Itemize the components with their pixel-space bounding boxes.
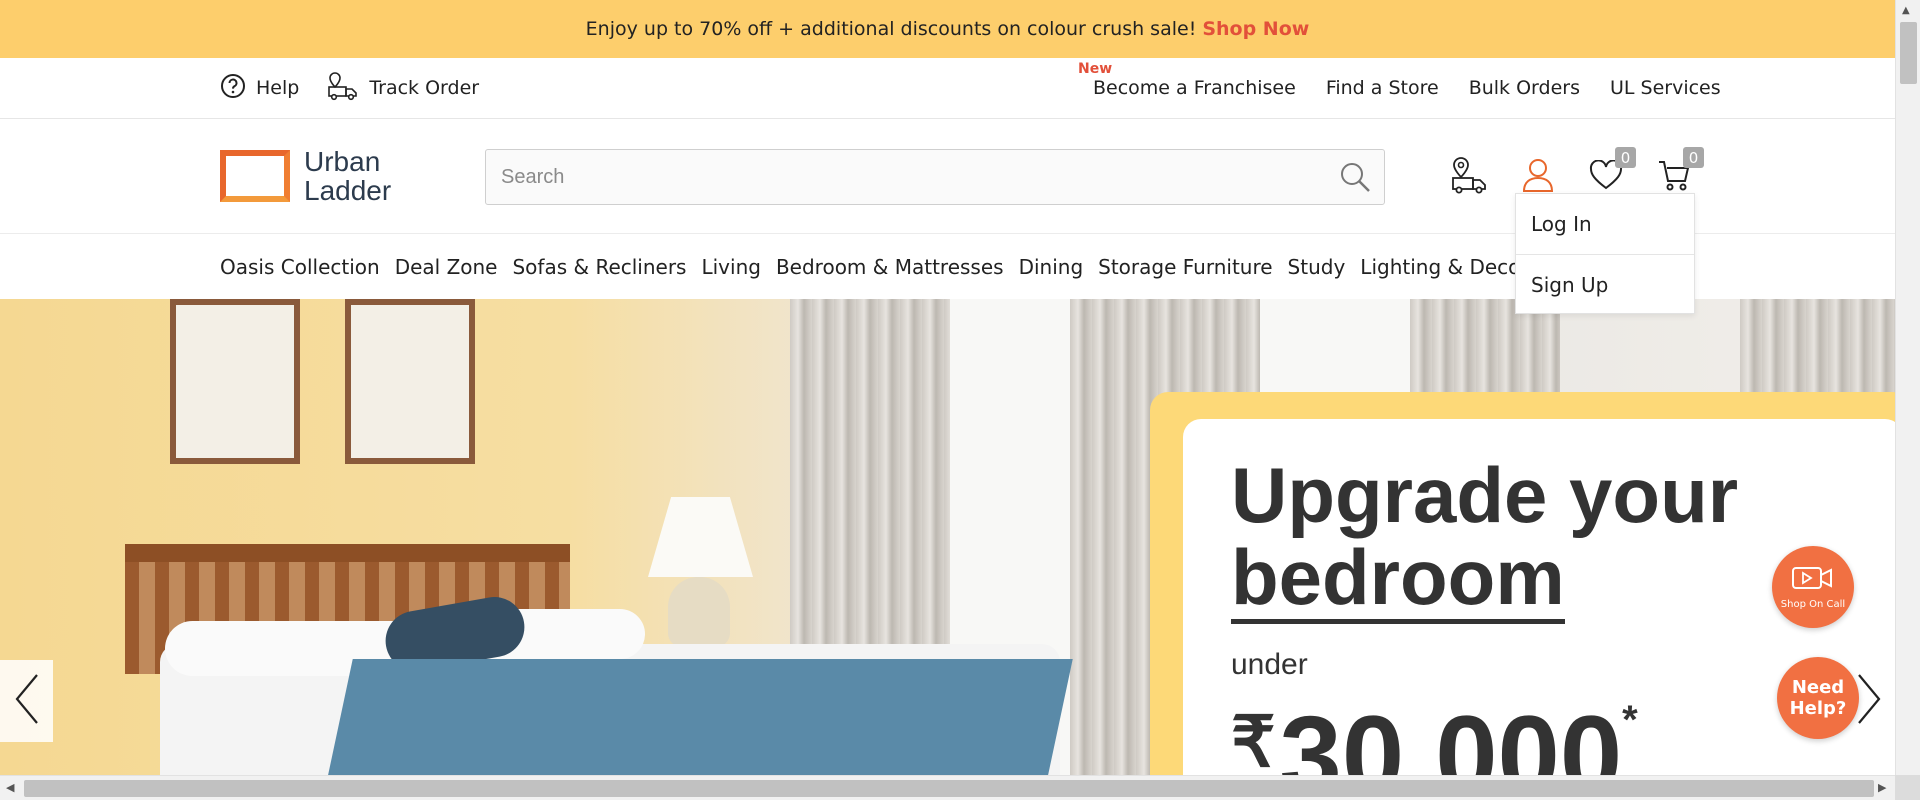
offer-headline-line1: Upgrade your bbox=[1231, 451, 1739, 539]
nav-item-bedroom-mattresses[interactable]: Bedroom & Mattresses bbox=[776, 255, 1004, 279]
search-icon[interactable] bbox=[1338, 160, 1372, 198]
cart-count-badge: 0 bbox=[1683, 147, 1704, 168]
promo-text: Enjoy up to 70% off + additional discoun… bbox=[585, 18, 1197, 40]
cart-button[interactable]: 0 bbox=[1654, 147, 1704, 197]
nav-item-dining[interactable]: Dining bbox=[1019, 255, 1084, 279]
vertical-scroll-thumb[interactable] bbox=[1900, 22, 1917, 84]
wishlist-count-badge: 0 bbox=[1615, 147, 1636, 168]
wall-art-frame bbox=[345, 299, 475, 464]
new-badge: New bbox=[1078, 61, 1113, 77]
delivery-truck-icon bbox=[327, 71, 359, 106]
logo-text: Urban Ladder bbox=[304, 147, 391, 205]
wishlist-button[interactable]: 0 bbox=[1586, 147, 1636, 197]
price-value: 30,000 bbox=[1279, 693, 1623, 776]
wall-art-frame bbox=[170, 299, 300, 464]
lamp-base bbox=[668, 577, 730, 647]
chevron-left-icon bbox=[14, 673, 40, 729]
nav-item-lighting-decor[interactable]: Lighting & Decor bbox=[1360, 255, 1528, 279]
scroll-left-arrow-icon[interactable]: ◀ bbox=[6, 781, 14, 794]
utility-bar: Help Track Order New Become a Franchisee… bbox=[0, 58, 1895, 119]
shop-on-call-label: Shop On Call bbox=[1780, 598, 1846, 610]
delivery-location-icon bbox=[1450, 156, 1490, 198]
track-order-label: Track Order bbox=[369, 77, 480, 99]
nav-item-deal-zone[interactable]: Deal Zone bbox=[395, 255, 498, 279]
account-button[interactable] bbox=[1518, 157, 1558, 197]
need-help-label: Need Help? bbox=[1789, 677, 1847, 719]
help-link[interactable]: Help bbox=[220, 73, 299, 104]
become-franchisee-label: Become a Franchisee bbox=[1093, 77, 1296, 99]
nav-item-living[interactable]: Living bbox=[701, 255, 760, 279]
price-asterisk: * bbox=[1622, 698, 1638, 742]
account-dropdown: Log In Sign Up bbox=[1515, 193, 1695, 314]
nav-item-storage-furniture[interactable]: Storage Furniture bbox=[1098, 255, 1272, 279]
search-input[interactable] bbox=[486, 150, 1384, 204]
track-order-link[interactable]: Track Order bbox=[327, 71, 479, 106]
scroll-right-arrow-icon[interactable]: ▶ bbox=[1878, 781, 1886, 794]
help-label: Help bbox=[256, 77, 300, 99]
urban-ladder-logo[interactable]: Urban Ladder bbox=[220, 147, 391, 205]
help-circle-icon bbox=[220, 73, 246, 104]
offer-headline-line2: bedroom bbox=[1231, 535, 1565, 624]
carousel-prev-button[interactable] bbox=[0, 660, 53, 742]
log-in-option[interactable]: Log In bbox=[1516, 194, 1694, 254]
nav-item-sofas-recliners[interactable]: Sofas & Recliners bbox=[512, 255, 686, 279]
sign-up-option[interactable]: Sign Up bbox=[1516, 254, 1694, 314]
logo-mark bbox=[220, 150, 290, 202]
find-store-link[interactable]: Find a Store bbox=[1326, 77, 1439, 99]
nav-item-study[interactable]: Study bbox=[1288, 255, 1346, 279]
scrollbar-corner bbox=[1895, 775, 1920, 800]
shop-now-link[interactable]: Shop Now bbox=[1202, 18, 1309, 40]
scroll-up-arrow-icon[interactable]: ▲ bbox=[1902, 5, 1910, 16]
need-help-button[interactable]: Need Help? bbox=[1777, 657, 1859, 739]
user-icon bbox=[1521, 157, 1555, 197]
horizontal-scroll-thumb[interactable] bbox=[24, 780, 1874, 797]
vertical-scrollbar[interactable]: ▲ bbox=[1895, 0, 1920, 775]
horizontal-scrollbar[interactable]: ◀ ▶ bbox=[0, 775, 1895, 800]
rupee-symbol: ₹ bbox=[1231, 703, 1276, 775]
lamp-shade bbox=[648, 497, 753, 577]
store-locator-button[interactable] bbox=[1450, 157, 1490, 197]
chevron-right-icon bbox=[1856, 673, 1882, 729]
nav-item-oasis-collection[interactable]: Oasis Collection bbox=[220, 255, 380, 279]
bulk-orders-link[interactable]: Bulk Orders bbox=[1469, 77, 1580, 99]
video-camera-icon bbox=[1791, 565, 1835, 595]
ul-services-link[interactable]: UL Services bbox=[1610, 77, 1721, 99]
shop-on-call-button[interactable]: Shop On Call bbox=[1772, 546, 1854, 628]
become-franchisee-link[interactable]: New Become a Franchisee bbox=[1078, 61, 1296, 99]
search-box bbox=[485, 149, 1385, 205]
bed-throw bbox=[327, 659, 1073, 775]
hero-banner[interactable]: Upgrade your bedroom under ₹30,000* bbox=[0, 299, 1895, 775]
logo-line-2: Ladder bbox=[304, 175, 392, 206]
logo-line-1: Urban bbox=[304, 146, 381, 177]
promo-banner: Enjoy up to 70% off + additional discoun… bbox=[0, 0, 1895, 58]
